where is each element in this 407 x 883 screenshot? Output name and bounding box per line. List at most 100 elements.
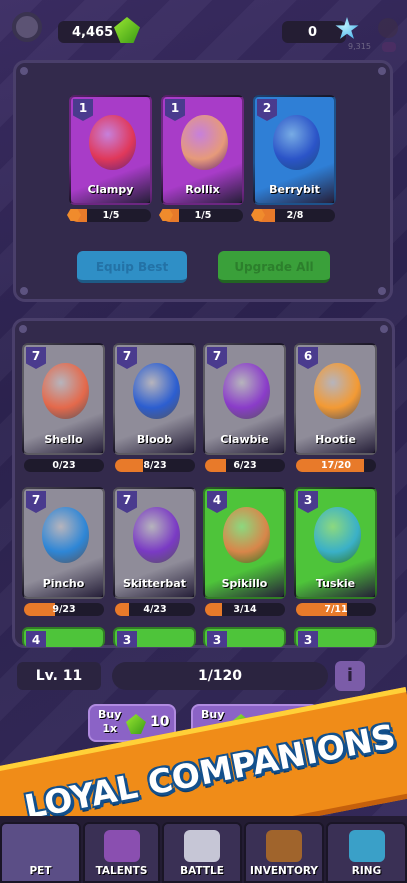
pet-card[interactable]: 6 Hootie [294,343,377,455]
level-badge: 4 [26,631,46,647]
pet-name: Shello [44,433,83,446]
shard-progress-bar: 6/23 [205,459,285,472]
rivet [378,67,386,75]
settings-gear-icon[interactable] [12,12,42,42]
pet-card-partial[interactable]: 3 [294,627,377,647]
rivet [20,67,28,75]
pet-name: Clawbie [220,433,269,446]
rivet [380,325,388,333]
shard-progress-bar: 8/23 [115,459,195,472]
xp-progress: 1/120 [112,662,328,690]
pet-creature-icon [133,506,180,563]
pet-creature-icon [314,362,361,419]
pet-level-label: Lv. 11 [17,662,101,690]
crossed-swords-icon [184,830,220,862]
pet-card-partial[interactable]: 3 [203,627,286,647]
faded-count: 9,315 [348,42,371,51]
progress-fill [205,603,222,616]
level-badge: 3 [117,631,137,647]
pet-card[interactable]: 7 Pincho [22,487,105,599]
level-badge: 7 [26,347,46,369]
nav-tab-battle[interactable]: BATTLE [162,822,242,883]
shard-progress-bar: 1/5 [71,209,151,222]
green-gem-icon [126,714,146,734]
pet-name: Rollix [185,183,220,196]
rivet [20,287,28,295]
shard-progress-bar: 4/23 [115,603,195,616]
pet-creature-icon [42,506,89,563]
pet-creature-icon [223,362,270,419]
nav-tab-inventory[interactable]: INVENTORY [244,822,324,883]
level-badge: 1 [73,99,93,121]
chest-icon [266,830,302,862]
pet-name: Pincho [42,577,85,590]
info-button[interactable]: i [335,661,365,691]
level-badge: 3 [298,491,318,513]
pet-creature-icon [42,362,89,419]
level-badge: 6 [298,347,318,369]
faded-purple-icon [382,42,396,52]
pet-creature-icon [273,114,320,170]
level-badge: 7 [117,347,137,369]
level-badge: 7 [117,491,137,513]
upgrade-all-button[interactable]: Upgrade All [218,251,330,283]
pet-name: Spikillo [221,577,268,590]
pet-card[interactable]: 4 Spikillo [203,487,286,599]
progress-text: 17/20 [321,460,351,471]
buy-multi-label: Buy [201,708,224,722]
pet-creature-icon [89,114,136,170]
pet-name: Berrybit [269,183,320,196]
pet-card[interactable]: 7 Shello [22,343,105,455]
pet-card-partial[interactable]: 4 [22,627,105,647]
shard-progress-bar: 9/23 [24,603,104,616]
level-badge: 2 [257,99,277,121]
level-badge: 3 [207,631,227,647]
pet-card[interactable]: 7 Skitterbat [113,487,196,599]
shard-progress-bar: 2/8 [255,209,335,222]
coin-counter: 4,465 [58,21,126,43]
progress-text: 2/8 [286,210,304,221]
nav-label: RING [351,865,382,877]
level-badge: 7 [207,347,227,369]
pet-name: Tuskie [315,577,356,590]
top-bar: 4,465 0 9,315 [0,0,407,56]
pet-name: Clampy [87,183,134,196]
equip-best-button[interactable]: Equip Best [77,251,187,283]
talents-book-icon [103,830,140,862]
pet-name: Bloob [136,433,173,446]
shard-progress-bar: 3/14 [205,603,285,616]
level-badge: 1 [165,99,185,121]
buy-qty: 1x [102,722,118,735]
nav-label: INVENTORY [250,865,318,877]
nav-tab-pet[interactable]: PET [0,822,81,883]
buy-label: Buy [98,708,122,721]
nav-tab-talents[interactable]: TALENTS [83,822,160,883]
shard-progress-bar: 1/5 [163,209,243,222]
pet-card[interactable]: 1 Rollix [161,95,244,205]
pet-name: Skitterbat [123,577,186,590]
progress-text: 9/23 [52,604,76,615]
buy-price: 10 [150,714,170,730]
level-badge: 7 [26,491,46,513]
nav-label: PET [29,865,52,877]
nav-tab-ring[interactable]: RING [326,822,407,883]
nav-label: TALENTS [95,865,148,877]
gem-counter: 0 [282,21,346,43]
pet-card-partial[interactable]: 3 [113,627,196,647]
pet-card[interactable]: 3 Tuskie [294,487,377,599]
pet-card[interactable]: 2 Berrybit [253,95,336,205]
progress-fill [115,459,143,472]
progress-fill [24,603,56,616]
progress-text: 4/23 [143,604,167,615]
rivet [378,287,386,295]
progress-text: 1/5 [194,210,212,221]
progress-text: 1/5 [102,210,120,221]
progress-text: 0/23 [52,460,76,471]
nav-label: BATTLE [180,865,224,877]
pet-card[interactable]: 7 Clawbie [203,343,286,455]
rivet [19,325,27,333]
buy-1x-label: Buy 1x [98,708,121,736]
pet-card[interactable]: 7 Bloob [113,343,196,455]
gem-count: 0 [308,24,318,40]
pet-card[interactable]: 1 Clampy [69,95,152,205]
